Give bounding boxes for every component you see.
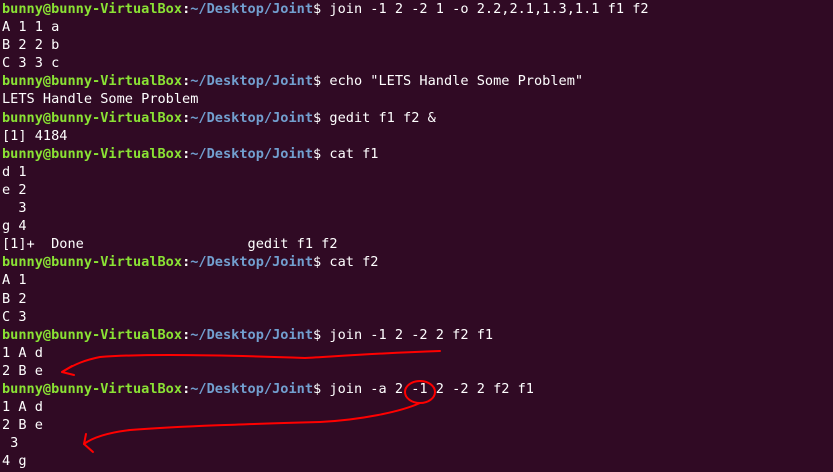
prompt-user-host: bunny@bunny-VirtualBox xyxy=(2,73,183,90)
output-line: B 2 2 b xyxy=(2,37,60,54)
prompt-symbol: $ xyxy=(313,1,322,17)
output-line: 1 A d xyxy=(2,344,43,361)
command-text: cat f2 xyxy=(321,254,379,271)
output-line: B 2 xyxy=(2,290,27,307)
output-line: 2 B e xyxy=(2,417,43,434)
output-line: 1 A d xyxy=(2,399,43,416)
prompt-symbol: $ xyxy=(313,73,322,90)
prompt-user-host: bunny@bunny-VirtualBox xyxy=(2,145,183,162)
terminal-output: bunny@bunny-VirtualBox:~/Desktop/Joint$ … xyxy=(2,0,833,470)
prompt-symbol: $ xyxy=(313,326,322,343)
command-text: cat f1 xyxy=(321,145,379,162)
output-line: 4 g xyxy=(2,453,27,470)
prompt-user-host: bunny@bunny-VirtualBox xyxy=(2,380,183,397)
prompt-path: ~/Desktop/Joint xyxy=(190,380,314,397)
output-line: [1]+ Done gedit f1 f2 xyxy=(2,236,338,253)
prompt-user-host: bunny@bunny-VirtualBox xyxy=(2,326,183,343)
prompt-symbol: $ xyxy=(313,109,322,126)
prompt-path: ~/Desktop/Joint xyxy=(190,145,314,162)
prompt-symbol: $ xyxy=(313,254,322,271)
output-line: C 3 3 c xyxy=(2,55,60,72)
output-line: LETS Handle Some Problem xyxy=(2,91,199,108)
command-text: echo "LETS Handle Some Problem" xyxy=(321,73,584,90)
prompt-line: bunny@bunny-VirtualBox:~/Desktop/Joint$ … xyxy=(2,380,833,398)
output-line: A 1 xyxy=(2,272,27,289)
output-line: e 2 xyxy=(2,181,27,198)
terminal-window[interactable]: bunny@bunny-VirtualBox:~/Desktop/Joint$ … xyxy=(0,0,833,472)
command-text: gedit f1 f2 & xyxy=(321,109,436,126)
prompt-line: bunny@bunny-VirtualBox:~/Desktop/Joint$ … xyxy=(2,326,833,344)
command-text: join -a 2 -1 2 -2 2 f2 f1 xyxy=(321,380,534,397)
prompt-path: ~/Desktop/Joint xyxy=(190,326,314,343)
prompt-path: ~/Desktop/Joint xyxy=(190,109,314,126)
output-line: C 3 xyxy=(2,308,27,325)
output-line: A 1 1 a xyxy=(2,19,60,36)
output-line: g 4 xyxy=(2,218,27,235)
prompt-symbol: $ xyxy=(313,380,322,397)
output-line: [1] 4184 xyxy=(2,127,68,144)
command-text: join -1 2 -2 1 -o 2.2,2.1,1.3,1.1 f1 f2 xyxy=(321,1,649,17)
prompt-line: bunny@bunny-VirtualBox:~/Desktop/Joint$ … xyxy=(2,0,833,18)
prompt-line: bunny@bunny-VirtualBox:~/Desktop/Joint$ … xyxy=(2,253,833,271)
prompt-path: ~/Desktop/Joint xyxy=(190,73,314,90)
prompt-user-host: bunny@bunny-VirtualBox xyxy=(2,1,183,17)
output-line: 3 xyxy=(2,435,19,452)
prompt-path: ~/Desktop/Joint xyxy=(190,254,314,271)
prompt-symbol: $ xyxy=(313,145,322,162)
output-line: 3 xyxy=(2,200,27,217)
prompt-line: bunny@bunny-VirtualBox:~/Desktop/Joint$ … xyxy=(2,72,833,90)
command-text: join -1 2 -2 2 f2 f1 xyxy=(321,326,494,343)
prompt-line: bunny@bunny-VirtualBox:~/Desktop/Joint$ … xyxy=(2,109,833,127)
output-line: d 1 xyxy=(2,163,27,180)
prompt-line: bunny@bunny-VirtualBox:~/Desktop/Joint$ … xyxy=(2,145,833,163)
prompt-path: ~/Desktop/Joint xyxy=(190,1,314,17)
output-line: 2 B e xyxy=(2,362,43,379)
prompt-user-host: bunny@bunny-VirtualBox xyxy=(2,109,183,126)
prompt-user-host: bunny@bunny-VirtualBox xyxy=(2,254,183,271)
